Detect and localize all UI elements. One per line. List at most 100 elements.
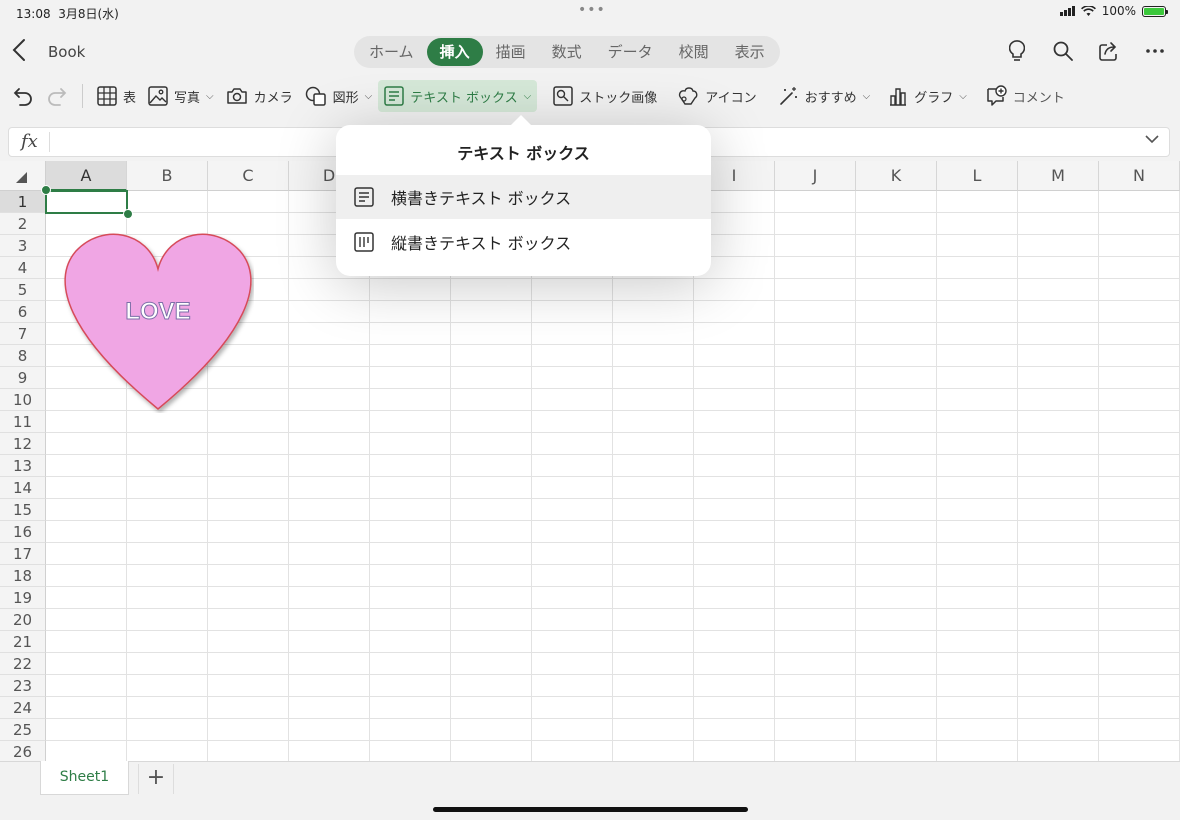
redo-icon bbox=[48, 88, 67, 106]
textbox-icon bbox=[384, 86, 404, 106]
row-header[interactable]: 17 bbox=[0, 543, 46, 565]
document-title[interactable]: Book bbox=[48, 43, 85, 61]
row-header[interactable]: 20 bbox=[0, 609, 46, 631]
magic-wand-icon bbox=[779, 87, 797, 105]
redo-button[interactable] bbox=[40, 80, 74, 112]
chevron-down-icon: ⌵ bbox=[364, 90, 373, 102]
row-header[interactable]: 8 bbox=[0, 345, 46, 367]
select-all-button[interactable] bbox=[0, 161, 46, 191]
grid-row-line bbox=[46, 652, 1180, 653]
row-header[interactable]: 9 bbox=[0, 367, 46, 389]
tab-data[interactable]: データ bbox=[595, 38, 666, 66]
row-header[interactable]: 12 bbox=[0, 433, 46, 455]
column-header[interactable]: L bbox=[937, 161, 1018, 191]
tab-review[interactable]: 校閲 bbox=[666, 38, 722, 66]
search-icon[interactable] bbox=[1052, 40, 1074, 62]
share-icon[interactable] bbox=[1098, 40, 1120, 62]
horizontal-textbox-icon bbox=[354, 187, 374, 207]
fx-label[interactable]: fx bbox=[21, 131, 38, 152]
insert-photo-button[interactable]: 写真 ⌵ bbox=[142, 80, 220, 112]
row-header[interactable]: 19 bbox=[0, 587, 46, 609]
row-header[interactable]: 13 bbox=[0, 455, 46, 477]
sheet-tab-sheet1[interactable]: Sheet1 bbox=[40, 761, 129, 795]
column-header[interactable]: J bbox=[775, 161, 856, 191]
chevron-down-icon[interactable] bbox=[1145, 132, 1159, 148]
grid-row-line bbox=[46, 520, 1180, 521]
chevron-down-icon: ⌵ bbox=[959, 90, 967, 102]
camera-icon bbox=[226, 88, 247, 104]
row-header[interactable]: 16 bbox=[0, 521, 46, 543]
undo-button[interactable] bbox=[0, 80, 40, 112]
comment-add-icon bbox=[987, 85, 1007, 106]
row-header[interactable]: 14 bbox=[0, 477, 46, 499]
tab-formulas[interactable]: 数式 bbox=[539, 38, 595, 66]
row-header[interactable]: 1 bbox=[0, 191, 46, 213]
insert-camera-button[interactable]: カメラ bbox=[220, 80, 299, 112]
photo-icon bbox=[148, 86, 168, 106]
row-header[interactable]: 26 bbox=[0, 741, 46, 761]
column-header[interactable]: C bbox=[208, 161, 289, 191]
horizontal-textbox-option[interactable]: 横書きテキスト ボックス bbox=[336, 175, 711, 219]
insert-shapes-button[interactable]: 図形 ⌵ bbox=[299, 80, 379, 112]
recommended-button[interactable]: おすすめ ⌵ bbox=[773, 80, 877, 112]
row-header[interactable]: 23 bbox=[0, 675, 46, 697]
selection-handle-bottom-right[interactable] bbox=[123, 209, 133, 219]
row-header[interactable]: 4 bbox=[0, 257, 46, 279]
vertical-textbox-option[interactable]: 縦書きテキスト ボックス bbox=[336, 220, 711, 264]
title-actions bbox=[1006, 40, 1166, 62]
tab-insert[interactable]: 挿入 bbox=[426, 38, 483, 66]
grid-row-line bbox=[46, 630, 1180, 631]
tab-view[interactable]: 表示 bbox=[722, 38, 778, 66]
selection-handle-top-left[interactable] bbox=[41, 185, 51, 195]
grid-row-line bbox=[46, 696, 1180, 697]
grid-row-line bbox=[46, 586, 1180, 587]
chevron-down-icon: ⌵ bbox=[523, 90, 532, 102]
tab-home[interactable]: ホーム bbox=[356, 38, 427, 66]
tab-draw[interactable]: 描画 bbox=[483, 38, 539, 66]
insert-ribbon: 表 写真 ⌵ カメラ 図形 ⌵ テキスト ボックス ⌵ ストック画像 アイコン おすす… bbox=[0, 80, 1180, 112]
row-header[interactable]: 15 bbox=[0, 499, 46, 521]
chevron-left-icon[interactable] bbox=[12, 38, 26, 68]
column-header[interactable]: N bbox=[1099, 161, 1180, 191]
insert-stock-images-button[interactable]: ストック画像 bbox=[547, 80, 663, 112]
battery-icon bbox=[1142, 5, 1168, 17]
heart-shape[interactable]: LOVE bbox=[62, 225, 254, 413]
column-header[interactable]: K bbox=[856, 161, 937, 191]
popover-title: テキスト ボックス bbox=[457, 144, 590, 163]
status-time: 13:08 3月8日(水) bbox=[16, 7, 119, 21]
column-header[interactable]: B bbox=[127, 161, 208, 191]
grid-row-line bbox=[46, 432, 1180, 433]
row-header[interactable]: 22 bbox=[0, 653, 46, 675]
grid-row-line bbox=[46, 608, 1180, 609]
insert-comment-button[interactable]: コメント bbox=[979, 80, 1071, 112]
more-icon[interactable] bbox=[1144, 40, 1166, 62]
row-header[interactable]: 7 bbox=[0, 323, 46, 345]
grid-row-line bbox=[46, 454, 1180, 455]
insert-table-button[interactable]: 表 bbox=[91, 80, 142, 112]
textbox-popover: テキスト ボックス 横書きテキスト ボックス 縦書きテキスト ボックス bbox=[336, 115, 711, 276]
column-header[interactable]: M bbox=[1018, 161, 1099, 191]
shape-text: LOVE bbox=[125, 298, 190, 325]
column-header[interactable]: A bbox=[46, 161, 127, 191]
lightbulb-icon[interactable] bbox=[1006, 40, 1028, 62]
insert-textbox-button[interactable]: テキスト ボックス ⌵ bbox=[378, 80, 538, 112]
stock-images-icon bbox=[553, 86, 573, 106]
row-header[interactable]: 6 bbox=[0, 301, 46, 323]
insert-chart-button[interactable]: グラフ ⌵ bbox=[882, 80, 973, 112]
row-header[interactable]: 3 bbox=[0, 235, 46, 257]
add-sheet-button[interactable]: + bbox=[138, 764, 174, 794]
row-header[interactable]: 18 bbox=[0, 565, 46, 587]
row-header[interactable]: 25 bbox=[0, 719, 46, 741]
row-header[interactable]: 5 bbox=[0, 279, 46, 301]
home-indicator[interactable] bbox=[433, 807, 748, 812]
multitask-dots-icon[interactable]: ••• bbox=[578, 2, 606, 18]
row-header[interactable]: 2 bbox=[0, 213, 46, 235]
row-header[interactable]: 10 bbox=[0, 389, 46, 411]
row-header[interactable]: 21 bbox=[0, 631, 46, 653]
row-header[interactable]: 24 bbox=[0, 697, 46, 719]
grid-row-line bbox=[46, 564, 1180, 565]
selected-cell-a1[interactable] bbox=[45, 190, 128, 214]
vertical-textbox-icon bbox=[354, 232, 374, 252]
insert-icons-button[interactable]: アイコン bbox=[671, 80, 762, 112]
row-header[interactable]: 11 bbox=[0, 411, 46, 433]
